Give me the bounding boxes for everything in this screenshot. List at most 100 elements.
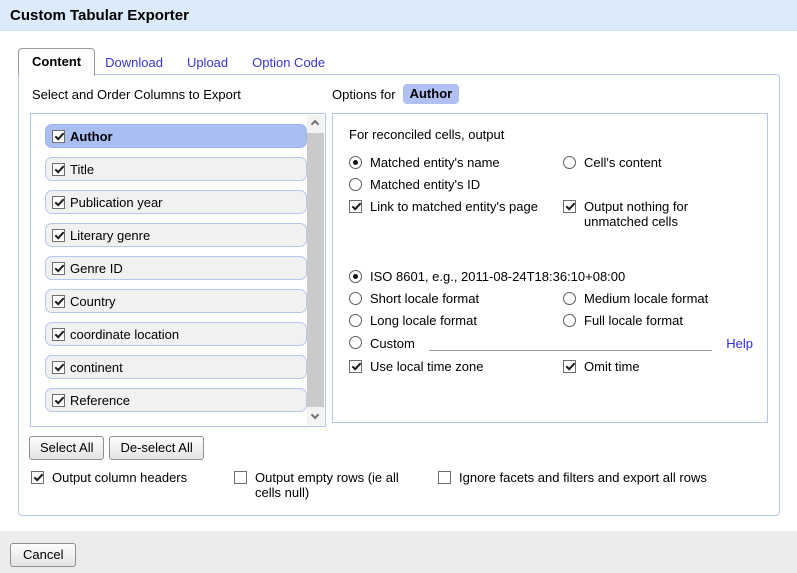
iso-8601-option[interactable]: ISO 8601, e.g., 2011-08-24T18:36:10+08:0… xyxy=(349,269,753,284)
column-checkbox[interactable] xyxy=(52,130,65,143)
output-column-headers-option[interactable]: Output column headers xyxy=(31,470,187,485)
column-label: Genre ID xyxy=(70,261,123,276)
column-item[interactable]: coordinate location xyxy=(45,322,307,346)
matched-entity-name-option[interactable]: Matched entity's name xyxy=(349,155,563,170)
column-label: Literary genre xyxy=(70,228,150,243)
column-list: Author Title Publication year Literary g… xyxy=(30,113,326,427)
medium-locale-option[interactable]: Medium locale format xyxy=(563,291,753,306)
column-checkbox[interactable] xyxy=(52,295,65,308)
dialog-title: Custom Tabular Exporter xyxy=(10,7,787,24)
options-for-heading: Options for Author xyxy=(332,84,459,104)
iso-8601-radio[interactable] xyxy=(349,270,362,283)
option-label: Custom xyxy=(370,336,415,351)
short-locale-option[interactable]: Short locale format xyxy=(349,291,563,306)
column-item[interactable]: Reference xyxy=(45,388,307,412)
matched-entity-id-radio[interactable] xyxy=(349,178,362,191)
option-label: Matched entity's ID xyxy=(370,177,480,192)
option-label: ISO 8601, e.g., 2011-08-24T18:36:10+08:0… xyxy=(370,269,625,284)
long-locale-option[interactable]: Long locale format xyxy=(349,313,563,328)
deselect-all-button[interactable]: De-select All xyxy=(109,436,203,460)
column-item[interactable]: Country xyxy=(45,289,307,313)
option-label: Medium locale format xyxy=(584,291,708,306)
column-item[interactable]: continent xyxy=(45,355,307,379)
column-checkbox[interactable] xyxy=(52,361,65,374)
output-empty-rows-option[interactable]: Output empty rows (ie all cells null) xyxy=(234,470,425,500)
date-format-options: ISO 8601, e.g., 2011-08-24T18:36:10+08:0… xyxy=(349,269,753,381)
output-nothing-unmatched-checkbox[interactable] xyxy=(563,200,576,213)
omit-time-checkbox[interactable] xyxy=(563,360,576,373)
column-label: Title xyxy=(70,162,94,177)
custom-date-format-input[interactable] xyxy=(429,335,712,351)
custom-format-option[interactable]: Custom Help xyxy=(349,335,753,351)
long-locale-radio[interactable] xyxy=(349,314,362,327)
scrollbar[interactable] xyxy=(307,115,324,425)
medium-locale-radio[interactable] xyxy=(563,292,576,305)
column-checkbox[interactable] xyxy=(52,262,65,275)
ignore-facets-option[interactable]: Ignore facets and filters and export all… xyxy=(438,470,707,485)
output-empty-rows-checkbox[interactable] xyxy=(234,471,247,484)
chevron-down-icon xyxy=(311,411,319,419)
output-nothing-unmatched-option[interactable]: Output nothing for unmatched cells xyxy=(563,199,753,229)
content-tab-panel: Select and Order Columns to Export Autho… xyxy=(18,74,780,516)
column-label: coordinate location xyxy=(70,327,179,342)
custom-format-radio[interactable] xyxy=(349,336,362,349)
options-for-label: Options for xyxy=(332,87,396,102)
tab-option-code[interactable]: Option Code xyxy=(252,55,325,70)
column-item[interactable]: Title xyxy=(45,157,307,181)
list-buttons: Select All De-select All xyxy=(29,436,204,460)
columns-section-label: Select and Order Columns to Export xyxy=(32,87,241,102)
option-label: Output column headers xyxy=(52,470,187,485)
column-checkbox[interactable] xyxy=(52,163,65,176)
matched-entity-name-radio[interactable] xyxy=(349,156,362,169)
link-matched-entity-option[interactable]: Link to matched entity's page xyxy=(349,199,563,229)
ignore-facets-checkbox[interactable] xyxy=(438,471,451,484)
cells-content-radio[interactable] xyxy=(563,156,576,169)
use-local-time-zone-checkbox[interactable] xyxy=(349,360,362,373)
omit-time-option[interactable]: Omit time xyxy=(563,359,753,374)
chevron-up-icon xyxy=(311,120,319,128)
option-label: Long locale format xyxy=(370,313,477,328)
dialog-title-bar: Custom Tabular Exporter xyxy=(0,0,797,31)
column-item[interactable]: Publication year xyxy=(45,190,307,214)
option-label: Short locale format xyxy=(370,291,479,306)
full-locale-radio[interactable] xyxy=(563,314,576,327)
cells-content-option[interactable]: Cell's content xyxy=(563,155,753,170)
option-label: Cell's content xyxy=(584,155,662,170)
cancel-button[interactable]: Cancel xyxy=(10,543,76,567)
reconciled-cells-heading: For reconciled cells, output xyxy=(349,127,753,142)
scrollbar-thumb[interactable] xyxy=(307,133,324,407)
short-locale-radio[interactable] xyxy=(349,292,362,305)
matched-entity-id-option[interactable]: Matched entity's ID xyxy=(349,177,563,192)
use-local-time-zone-option[interactable]: Use local time zone xyxy=(349,359,563,374)
column-label: Author xyxy=(70,129,113,144)
full-locale-option[interactable]: Full locale format xyxy=(563,313,753,328)
tab-bar: Content Download Upload Option Code xyxy=(18,48,780,75)
column-options-box: For reconciled cells, output Matched ent… xyxy=(332,113,768,423)
option-label: Full locale format xyxy=(584,313,683,328)
column-label: Country xyxy=(70,294,116,309)
select-all-button[interactable]: Select All xyxy=(29,436,104,460)
selected-column-pill: Author xyxy=(403,84,460,104)
column-item[interactable]: Author xyxy=(45,124,307,148)
scroll-down-icon[interactable] xyxy=(307,408,324,425)
column-item[interactable]: Genre ID xyxy=(45,256,307,280)
option-label: Output empty rows (ie all cells null) xyxy=(255,470,425,500)
column-checkbox[interactable] xyxy=(52,328,65,341)
column-checkbox[interactable] xyxy=(52,229,65,242)
tab-download[interactable]: Download xyxy=(105,55,163,70)
tab-upload[interactable]: Upload xyxy=(187,55,228,70)
option-label: Use local time zone xyxy=(370,359,483,374)
help-link[interactable]: Help xyxy=(726,336,753,351)
scroll-up-icon[interactable] xyxy=(307,115,324,132)
option-label: Matched entity's name xyxy=(370,155,500,170)
option-label: Ignore facets and filters and export all… xyxy=(459,470,707,485)
column-checkbox[interactable] xyxy=(52,394,65,407)
column-label: Reference xyxy=(70,393,130,408)
column-checkbox[interactable] xyxy=(52,196,65,209)
column-item[interactable]: Literary genre xyxy=(45,223,307,247)
output-column-headers-checkbox[interactable] xyxy=(31,471,44,484)
link-matched-entity-checkbox[interactable] xyxy=(349,200,362,213)
dialog-footer: Cancel xyxy=(0,531,797,573)
column-label: continent xyxy=(70,360,123,375)
tab-content[interactable]: Content xyxy=(18,48,95,76)
